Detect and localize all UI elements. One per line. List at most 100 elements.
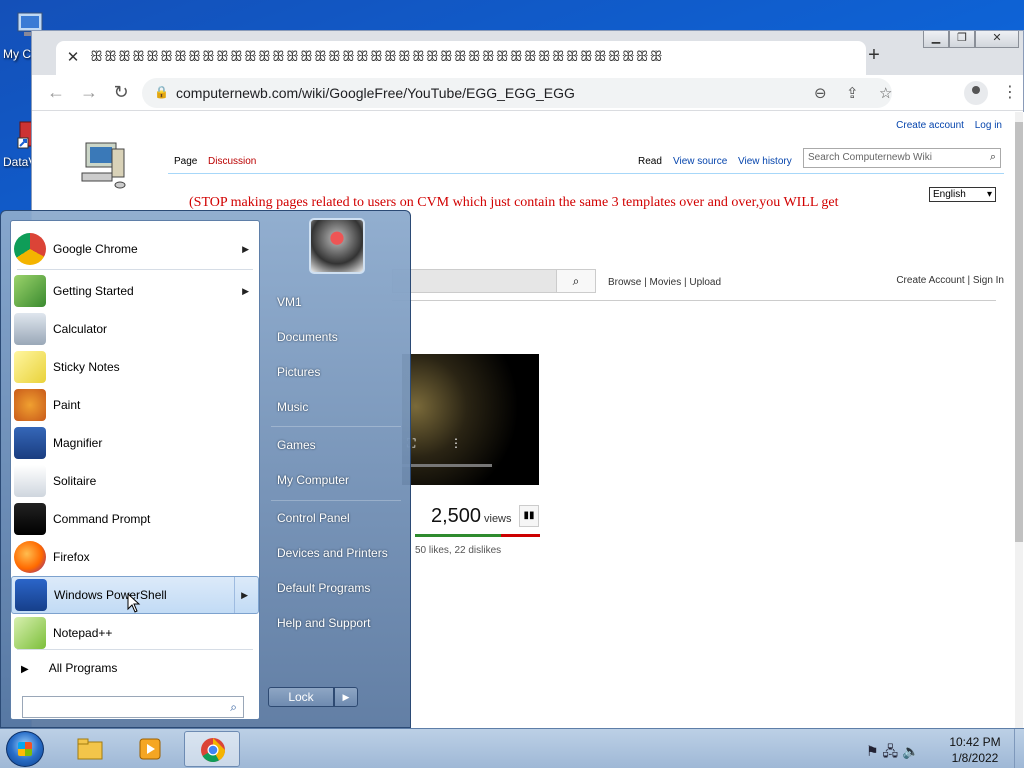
start-program-paint[interactable]: Paint xyxy=(11,386,259,424)
start-program-notepad[interactable]: Notepad++ xyxy=(11,614,259,652)
language-select[interactable]: English ▾ xyxy=(929,187,996,202)
start-link-music[interactable]: Music xyxy=(277,400,308,414)
profile-avatar[interactable] xyxy=(964,81,988,105)
browse-link[interactable]: Browse xyxy=(608,277,641,288)
search-icon[interactable]: ⌕ xyxy=(990,151,996,164)
tab-close-icon[interactable]: ✕ xyxy=(64,49,82,67)
tab-view-source[interactable]: View source xyxy=(673,156,727,167)
minimize-icon[interactable]: ▁ xyxy=(923,31,949,48)
submenu-arrow-icon[interactable]: ▶ xyxy=(242,244,249,255)
start-search-input[interactable]: ⌕ xyxy=(22,696,244,718)
reload-icon[interactable]: ↻ xyxy=(109,82,133,103)
start-program-getting-started[interactable]: Getting Started ▶ xyxy=(11,272,259,310)
start-menu: Notepad++ Windows PowerShell ▶ Firefox Comma… xyxy=(0,210,411,728)
all-programs[interactable]: ▶ All Programs xyxy=(21,661,117,675)
start-link-vm1[interactable]: VM1 xyxy=(277,295,302,309)
tab-view-history[interactable]: View history xyxy=(738,156,792,167)
start-program-calculator[interactable]: Calculator xyxy=(11,310,259,348)
action-center-flag-icon[interactable]: ⚑ xyxy=(866,743,879,759)
program-label: Sticky Notes xyxy=(53,360,120,374)
video-player[interactable]: ⛶ ⋮ xyxy=(402,354,539,485)
video-search-button[interactable]: ⌕ xyxy=(556,269,596,293)
menu-kebab-icon[interactable]: ⋮ xyxy=(1002,82,1018,102)
network-icon[interactable]: 🖧 xyxy=(882,743,898,759)
lock-button[interactable]: Lock xyxy=(268,687,334,707)
tab-discussion[interactable]: Discussion xyxy=(208,156,256,167)
submenu-arrow-icon[interactable]: ▶ xyxy=(242,286,249,297)
show-desktop-button[interactable] xyxy=(1014,729,1024,768)
sign-in-link[interactable]: Sign In xyxy=(973,275,1004,286)
create-account-link[interactable]: Create account xyxy=(896,120,964,131)
program-label: Magnifier xyxy=(53,436,103,450)
start-link-pictures[interactable]: Pictures xyxy=(277,365,320,379)
close-window-icon[interactable]: ✕ xyxy=(975,31,1019,48)
divider xyxy=(271,500,401,501)
video-progress-bar[interactable] xyxy=(402,464,492,467)
system-tray: ⚑ 🖧 🔈 xyxy=(866,741,919,765)
start-link-devices-and-printers[interactable]: Devices and Printers xyxy=(277,546,388,560)
tab-read[interactable]: Read xyxy=(638,156,662,167)
mouse-cursor-icon xyxy=(127,593,141,613)
start-button[interactable] xyxy=(6,731,44,767)
folder-icon xyxy=(77,738,103,760)
start-program-command-prompt[interactable]: Command Prompt xyxy=(11,500,259,538)
program-label: Google Chrome xyxy=(53,242,138,256)
taskbar-chrome[interactable] xyxy=(184,731,240,767)
stats-button[interactable]: ▮▮ xyxy=(519,505,539,527)
scrollbar[interactable] xyxy=(1015,112,1023,728)
program-label: Calculator xyxy=(53,322,108,336)
start-link-documents[interactable]: Documents xyxy=(277,330,338,344)
likes-text: 50 likes, 22 dislikes xyxy=(415,545,502,556)
start-link-default-programs[interactable]: Default Programs xyxy=(277,581,370,595)
magnifier-icon xyxy=(14,427,46,459)
program-label: Command Prompt xyxy=(53,512,151,526)
taskbar-media-player[interactable] xyxy=(122,731,178,767)
browser-tab[interactable]: ✕ ꕥꕥꕥꕥꕥꕥꕥꕥꕥꕥꕥꕥꕥꕥꕥꕥꕥꕥꕥꕥꕥꕥꕥꕥꕥꕥꕥꕥꕥꕥꕥꕥꕥꕥꕥꕥꕥꕥ… xyxy=(56,41,866,75)
more-options-icon[interactable]: ⋮ xyxy=(450,436,462,450)
zoom-icon[interactable]: ⊖ xyxy=(814,84,827,102)
tab-title: ꕥꕥꕥꕥꕥꕥꕥꕥꕥꕥꕥꕥꕥꕥꕥꕥꕥꕥꕥꕥꕥꕥꕥꕥꕥꕥꕥꕥꕥꕥꕥꕥꕥꕥꕥꕥꕥꕥꕥꕥ… xyxy=(90,49,664,65)
start-program-solitaire[interactable]: Solitaire xyxy=(11,462,259,500)
tab-page[interactable]: Page xyxy=(174,156,197,167)
create-account-link[interactable]: Create Account xyxy=(896,275,964,286)
maximize-icon[interactable]: ❐ xyxy=(949,31,975,48)
start-link-control-panel[interactable]: Control Panel xyxy=(277,511,350,525)
wiki-logo[interactable] xyxy=(72,137,132,197)
triangle-right-icon: ▶ xyxy=(21,664,29,675)
program-label: Solitaire xyxy=(53,474,97,488)
lock-icon[interactable]: 🔒 xyxy=(154,85,169,99)
program-label: Firefox xyxy=(53,550,90,564)
start-program-firefox[interactable]: Firefox xyxy=(11,538,259,576)
back-icon[interactable]: ← xyxy=(44,82,68,103)
movies-link[interactable]: Movies xyxy=(650,277,682,288)
start-program-google-chrome[interactable]: Google Chrome ▶ xyxy=(11,230,259,268)
start-link-games[interactable]: Games xyxy=(277,438,316,452)
browser-toolbar: ← → ↻ 🔒 computernewb.com/wiki/GoogleFree… xyxy=(32,75,1023,111)
power-options-arrow-icon[interactable]: ▶ xyxy=(334,687,358,707)
new-tab-icon[interactable]: + xyxy=(862,44,886,67)
share-icon[interactable]: ⇪ xyxy=(846,84,859,102)
site-nav-links: Browse | Movies | Upload xyxy=(608,277,722,288)
wiki-search-input[interactable]: Search Computernewb Wiki ⌕ xyxy=(803,148,1001,168)
upload-link[interactable]: Upload xyxy=(689,277,721,288)
scrollbar-thumb[interactable] xyxy=(1015,122,1023,542)
divider xyxy=(17,649,253,650)
start-program-magnifier[interactable]: Magnifier xyxy=(11,424,259,462)
forward-icon[interactable]: → xyxy=(77,82,101,103)
clock[interactable]: 10:42 PM 1/8/2022 xyxy=(940,734,1010,766)
view-count-label: views xyxy=(484,513,512,525)
submenu-arrow-icon[interactable]: ▶ xyxy=(241,590,248,601)
start-link-help-and-support[interactable]: Help and Support xyxy=(277,616,370,630)
volume-icon[interactable]: 🔈 xyxy=(902,743,919,759)
log-in-link[interactable]: Log in xyxy=(975,120,1002,131)
account-links: Create account Log in xyxy=(888,120,1002,131)
taskbar-explorer[interactable] xyxy=(62,731,118,767)
user-picture[interactable] xyxy=(309,218,365,274)
media-player-icon xyxy=(139,738,161,760)
start-link-my-computer[interactable]: My Computer xyxy=(277,473,349,487)
start-program-sticky-notes[interactable]: Sticky Notes xyxy=(11,348,259,386)
bookmark-star-icon[interactable]: ☆ xyxy=(879,84,892,102)
address-bar[interactable]: 🔒 computernewb.com/wiki/GoogleFree/YouTu… xyxy=(142,78,892,108)
clock-time: 10:42 PM xyxy=(949,735,1001,749)
calculator-icon xyxy=(14,313,46,345)
